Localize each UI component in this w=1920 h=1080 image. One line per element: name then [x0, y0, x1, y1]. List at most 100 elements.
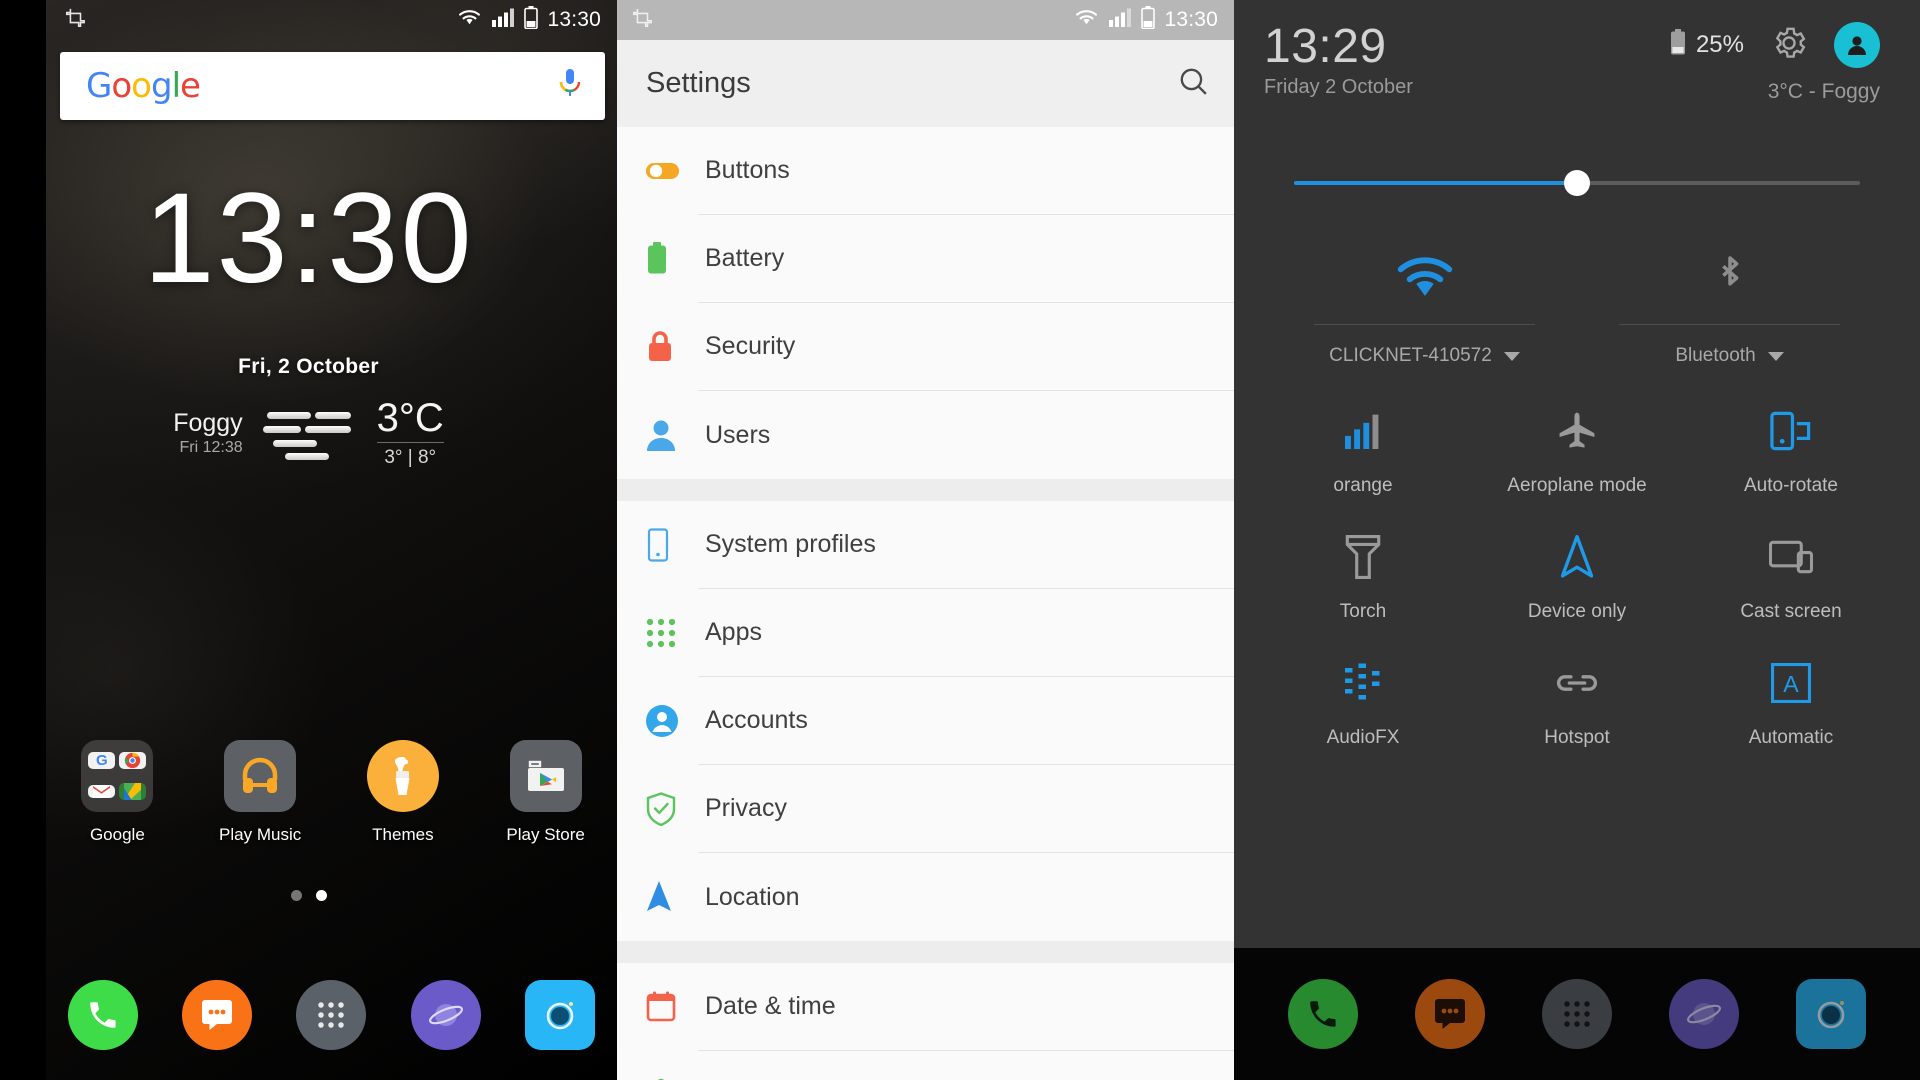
qs-tile-aeroplane-mode[interactable]: Aeroplane mode: [1470, 401, 1684, 497]
settings-item-label: Privacy: [698, 765, 1234, 853]
app-icon-play-store[interactable]: Play Store: [474, 740, 617, 845]
qs-tile-audiofx[interactable]: AudioFX: [1256, 653, 1470, 749]
brightness-slider[interactable]: [1294, 170, 1860, 196]
bluetooth-label-row[interactable]: Bluetooth: [1577, 345, 1882, 367]
app-icon-play-music[interactable]: Play Music: [189, 740, 332, 845]
airplane-icon: [1555, 401, 1599, 461]
wifi-ssid: CLICKNET-410572: [1329, 345, 1492, 366]
settings-item-label: Users: [705, 420, 771, 449]
qs-tile-auto-rotate[interactable]: Auto-rotate: [1684, 401, 1898, 497]
settings-item-accessibility[interactable]: Accessibility: [617, 1051, 1234, 1080]
quick-settings-header: 13:29 Friday 2 October 25% 3°C - Foggy: [1234, 0, 1920, 104]
bluetooth-tile[interactable]: Bluetooth: [1577, 246, 1882, 367]
qs-tile-automatic[interactable]: A Automatic: [1684, 653, 1898, 749]
audiofx-icon: [1343, 653, 1383, 713]
qs-tile-orange[interactable]: orange: [1256, 401, 1470, 497]
qs-tile-label: Automatic: [1748, 727, 1834, 748]
status-time: 13:30: [1164, 8, 1218, 31]
torch-icon: [1345, 527, 1381, 587]
wifi-icon: [457, 8, 482, 32]
search-icon[interactable]: [1177, 65, 1210, 103]
wifi-icon[interactable]: [1272, 246, 1577, 310]
signal-icon: [491, 8, 515, 32]
folder-item-maps: [119, 783, 147, 800]
settings-item-battery[interactable]: Battery: [617, 215, 1234, 303]
settings-item-date-time[interactable]: Date & time: [617, 963, 1234, 1051]
chevron-down-icon[interactable]: [1767, 351, 1784, 361]
app-drawer-icon[interactable]: [1541, 979, 1612, 1049]
page-title: Settings: [646, 67, 751, 99]
page-indicator: [0, 890, 617, 901]
cast-screen-icon: [1769, 527, 1813, 587]
google-search-bar[interactable]: Google: [60, 52, 605, 120]
qs-tile-hotspot[interactable]: Hotspot: [1470, 653, 1684, 749]
google-folder-icon[interactable]: G: [81, 740, 154, 812]
account-circle-icon: [646, 705, 698, 737]
phone-outline-icon: [646, 528, 698, 562]
slider-knob[interactable]: [1564, 170, 1590, 196]
multi-panel-screenshot: 13:30 Google 13:30 Fri, 2 October Foggy …: [0, 0, 1920, 1080]
settings-header: Settings: [617, 40, 1234, 127]
play-music-icon[interactable]: [224, 740, 297, 812]
app-label: Play Store: [506, 825, 585, 844]
settings-item-label: Date & time: [698, 963, 1234, 1051]
battery-status[interactable]: 25%: [1670, 28, 1744, 62]
settings-item-buttons[interactable]: Buttons: [617, 127, 1234, 215]
camera-icon[interactable]: [1795, 979, 1866, 1049]
chevron-down-icon[interactable]: [1503, 351, 1520, 361]
quick-settings-clock: 13:29: [1264, 20, 1387, 73]
wifi-label-row[interactable]: CLICKNET-410572: [1272, 345, 1577, 367]
qs-tile-label: Aeroplane mode: [1507, 475, 1647, 496]
app-icon-themes[interactable]: Themes: [332, 740, 475, 845]
settings-item-accounts[interactable]: Accounts: [617, 677, 1234, 765]
quick-settings-body: 13:29 Friday 2 October 25% 3°C - Foggy C…: [1234, 0, 1920, 948]
battery-icon: [1670, 28, 1686, 62]
status-time: 13:30: [547, 8, 601, 31]
qs-tile-cast-screen[interactable]: Cast screen: [1684, 527, 1898, 623]
page-dot[interactable]: [290, 890, 302, 901]
qs-tile-torch[interactable]: Torch: [1256, 527, 1470, 623]
page-dot-active[interactable]: [315, 890, 327, 901]
app-drawer-icon[interactable]: [296, 980, 367, 1050]
folder-item-chrome: [119, 752, 147, 769]
folder-item-gmail: [88, 785, 116, 798]
quick-settings-weather[interactable]: 3°C - Foggy: [1670, 80, 1880, 104]
battery-icon: [524, 6, 539, 34]
app-label: Google: [89, 825, 145, 844]
wifi-tile[interactable]: CLICKNET-410572: [1272, 246, 1577, 367]
bluetooth-icon[interactable]: [1577, 246, 1882, 310]
camera-icon[interactable]: [524, 980, 595, 1050]
settings-item-location[interactable]: Location: [617, 853, 1234, 941]
microphone-icon[interactable]: [557, 67, 583, 106]
gear-icon[interactable]: [1770, 24, 1808, 67]
phone-icon[interactable]: [68, 980, 139, 1050]
qs-tile-device-only[interactable]: Device only: [1470, 527, 1684, 623]
signal-icon: [1108, 8, 1132, 32]
messaging-icon[interactable]: [182, 980, 253, 1050]
settings-item-security[interactable]: Security: [617, 303, 1234, 391]
settings-group-divider: [617, 941, 1234, 963]
automatic-icon: A: [1771, 653, 1811, 713]
settings-item-apps[interactable]: Apps: [617, 589, 1234, 677]
browser-icon[interactable]: [1668, 979, 1739, 1049]
phone-icon[interactable]: [1288, 979, 1359, 1049]
weather-widget[interactable]: Foggy Fri 12:38 3°C 3° | 8°: [0, 398, 617, 469]
settings-group-divider: [617, 479, 1234, 501]
hotspot-icon: [1554, 653, 1600, 713]
settings-item-users[interactable]: Users: [617, 391, 1234, 479]
grid-dots-icon: [646, 618, 698, 648]
settings-item-label: Buttons: [698, 127, 1234, 215]
weather-updated: Fri 12:38: [179, 438, 243, 456]
settings-item-privacy[interactable]: Privacy: [617, 765, 1234, 853]
app-label: Themes: [372, 825, 434, 844]
messaging-icon[interactable]: [1415, 979, 1486, 1049]
wifi-icon: [1074, 8, 1099, 32]
app-icon-google[interactable]: G Google: [46, 740, 189, 845]
play-store-icon[interactable]: [509, 740, 582, 812]
settings-item-system-profiles[interactable]: System profiles: [617, 501, 1234, 589]
browser-icon[interactable]: [410, 980, 481, 1050]
settings-list: Buttons Battery Security Users System pr…: [617, 127, 1234, 1080]
themes-icon[interactable]: [366, 740, 439, 812]
user-avatar-icon[interactable]: [1834, 22, 1880, 68]
location-arrow-icon: [1561, 527, 1593, 587]
